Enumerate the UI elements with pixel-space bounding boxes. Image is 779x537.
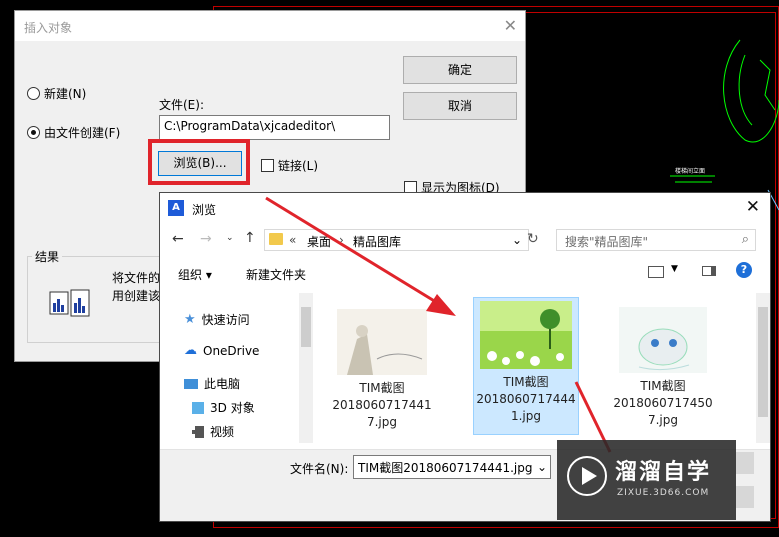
link-checkbox-label: 链接(L)	[278, 159, 319, 173]
link-checkbox-box[interactable]	[261, 159, 274, 172]
partial-button	[736, 452, 754, 474]
thumbnail-image	[337, 309, 427, 375]
forward-arrow-icon[interactable]: →	[200, 231, 212, 247]
file-item[interactable]: TIM截图 2018060717441 7.jpg	[330, 299, 434, 439]
view-options-icon[interactable]	[648, 266, 664, 278]
result-label: 结果	[32, 248, 63, 265]
refresh-icon[interactable]: ↻	[527, 231, 539, 247]
file-name-line2: 2018060717441	[332, 398, 432, 412]
radio-from-file-label: 由文件创建(F)	[44, 126, 121, 140]
file-name-line1: TIM截图	[640, 379, 686, 393]
close-icon[interactable]: ✕	[746, 197, 760, 217]
nav-item-label: 快速访问	[201, 313, 250, 327]
highlight-box	[148, 139, 250, 185]
nav-item-quick-access[interactable]: ★ 快速访问	[184, 311, 250, 328]
new-folder-button[interactable]: 新建文件夹	[246, 266, 306, 283]
browse-dialog-title: 浏览	[192, 203, 217, 217]
help-icon[interactable]: ?	[736, 262, 752, 278]
app-icon: A	[168, 200, 184, 216]
radio-new-label: 新建(N)	[44, 87, 87, 101]
folder-icon	[269, 233, 283, 245]
insert-dialog-title: 插入对象	[24, 21, 73, 35]
file-label: 文件(E):	[159, 98, 204, 112]
nav-item-videos[interactable]: 视频	[192, 423, 234, 440]
nav-scrollbar-thumb[interactable]	[301, 307, 311, 347]
files-scrollbar[interactable]	[756, 293, 770, 443]
file-name-line2: 2018060717450	[613, 396, 713, 410]
nav-item-label: 此电脑	[204, 377, 241, 391]
video-icon	[192, 425, 204, 438]
cancel-button[interactable]: 取消	[403, 92, 517, 120]
nav-item-3d-objects[interactable]: 3D 对象	[192, 399, 255, 416]
nav-item-onedrive[interactable]: ☁ OneDrive	[184, 343, 259, 358]
chevron-down-icon[interactable]: ⌄	[537, 460, 547, 474]
filename-input[interactable]: TIM截图20180607174441.jpg	[353, 455, 551, 479]
file-name-line3: 7.jpg	[366, 415, 398, 429]
nav-item-label: OneDrive	[203, 343, 260, 358]
radio-from-file[interactable]: 由文件创建(F)	[27, 124, 120, 141]
view-dropdown-icon[interactable]: ▼	[671, 264, 678, 274]
result-text-line1: 将文件的	[112, 271, 161, 285]
file-path-input[interactable]: C:\ProgramData\xjcadeditor\	[159, 115, 390, 140]
radio-new[interactable]: 新建(N)	[27, 85, 86, 102]
up-arrow-icon[interactable]: ↑	[244, 230, 256, 246]
address-bar[interactable]: « 桌面 › 精品图库 ⌄	[264, 229, 529, 251]
chevron-down-icon[interactable]: ⌄	[512, 233, 522, 247]
navigation-pane: ★ 快速访问 ☁ OneDrive 此电脑 3D 对象 视频	[160, 293, 312, 443]
object-icon	[49, 289, 91, 319]
search-icon[interactable]: ⌕	[742, 232, 749, 247]
file-name-line3: 1.jpg	[510, 409, 542, 423]
computer-icon	[184, 378, 198, 389]
nav-item-label: 3D 对象	[210, 401, 255, 415]
file-item[interactable]: TIM截图 2018060717450 7.jpg	[611, 299, 715, 439]
back-arrow-icon[interactable]: ←	[172, 231, 184, 247]
cube-icon	[192, 401, 204, 414]
radio-from-file-dot[interactable]	[27, 126, 40, 139]
result-text-line2: 用创建该	[112, 289, 161, 303]
thumbnail-image	[619, 307, 707, 373]
toolbar: 组织 ▾ 新建文件夹 ▼ ?	[160, 259, 770, 285]
organize-button[interactable]: 组织 ▾	[178, 266, 212, 283]
link-checkbox[interactable]: 链接(L)	[261, 157, 318, 174]
recent-dropdown-icon[interactable]: ⌄	[226, 233, 234, 243]
file-name-line2: 2018060717444	[476, 392, 576, 406]
files-scrollbar-thumb[interactable]	[758, 307, 768, 417]
nav-item-label: 视频	[210, 425, 235, 439]
thumbnail-image	[480, 301, 572, 369]
play-logo-icon	[567, 456, 607, 496]
partial-button	[736, 486, 754, 508]
search-placeholder: 搜索"精品图库"	[565, 235, 649, 249]
watermark-url: ZIXUE.3D66.COM	[617, 488, 710, 498]
preview-pane-icon[interactable]	[702, 266, 716, 276]
star-icon: ★	[184, 312, 196, 327]
close-icon[interactable]: ✕	[504, 16, 517, 35]
watermark: 溜溜自学 ZIXUE.3D66.COM	[557, 440, 736, 520]
overflow-chevron-icon[interactable]: «	[289, 233, 296, 247]
search-box[interactable]: 搜索"精品图库" ⌕	[556, 229, 756, 251]
insert-dialog-titlebar: 插入对象 ✕	[15, 11, 525, 41]
filename-label: 文件名(N):	[290, 462, 349, 476]
watermark-brand: 溜溜自学	[615, 460, 712, 485]
breadcrumb-desktop[interactable]: 桌面	[307, 233, 331, 250]
file-name-line3: 7.jpg	[647, 413, 679, 427]
cad-annotation: 楼梯间立面	[675, 168, 706, 175]
breadcrumb-gallery[interactable]: 精品图库	[353, 233, 401, 250]
file-name-line1: TIM截图	[359, 381, 405, 395]
radio-new-dot[interactable]	[27, 87, 40, 100]
breadcrumb-separator-icon: ›	[339, 233, 344, 247]
file-item-selected[interactable]: TIM截图 2018060717444 1.jpg	[473, 297, 579, 435]
file-name-line1: TIM截图	[503, 375, 549, 389]
cloud-icon: ☁	[184, 343, 197, 358]
nav-item-this-pc[interactable]: 此电脑	[184, 375, 240, 392]
ok-button[interactable]: 确定	[403, 56, 517, 84]
nav-scrollbar[interactable]	[299, 293, 313, 443]
